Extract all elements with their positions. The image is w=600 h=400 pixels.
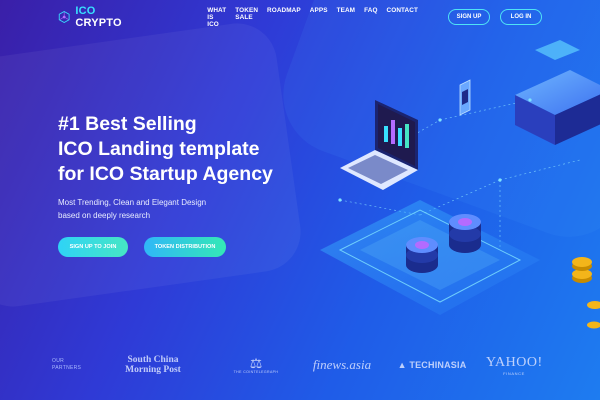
hero-title-line: #1 Best Selling — [58, 113, 197, 135]
partner-logo-finews[interactable]: finews.asia — [306, 357, 378, 373]
hex-network-icon — [58, 10, 70, 24]
token-distribution-button[interactable]: TOKEN DISTRIBUTION — [144, 237, 226, 257]
isometric-illustration — [320, 40, 600, 329]
logo-text: ICO CRYPTO — [75, 5, 122, 29]
phone-icon — [459, 79, 471, 116]
partner-logo-scmp[interactable]: South China Morning Post — [118, 355, 188, 375]
laptop-chart-icon — [340, 100, 418, 190]
hero-title-line: for ICO Startup Agency — [58, 163, 273, 185]
partners-bar: OUR PARTNERS South China Morning Post ⚖ … — [0, 330, 600, 400]
partner-logo-cointelegraph[interactable]: ⚖ THE COINTELEGRAPH — [226, 356, 286, 374]
auth-buttons: SIGN UP LOG IN — [448, 9, 542, 25]
nav-apps[interactable]: APPS — [310, 7, 328, 28]
nav-team[interactable]: TEAM — [337, 7, 356, 28]
partners-label: OUR PARTNERS — [52, 358, 82, 371]
nav-what-is-ico[interactable]: WHAT IS ICO — [207, 7, 226, 28]
seal-icon: ⚖ — [249, 355, 263, 371]
top-navbar: ICO CRYPTO WHAT IS ICO TOKEN SALE ROADMA… — [0, 0, 600, 34]
gold-coin-icon — [572, 257, 600, 329]
glow-dots — [338, 98, 532, 202]
hero-subtitle: Most Trending, Clean and Elegant Design … — [58, 197, 273, 222]
logo[interactable]: ICO CRYPTO — [58, 5, 129, 29]
hero-cta-group: SIGN UP TO JOIN TOKEN DISTRIBUTION — [58, 237, 273, 257]
server-block-icon — [515, 40, 600, 145]
coin-stack-icon — [406, 237, 438, 273]
nav-roadmap[interactable]: ROADMAP — [267, 7, 301, 28]
hero-title-line: ICO Landing template — [58, 138, 260, 160]
hero-title: #1 Best Selling ICO Landing template for… — [58, 112, 273, 187]
nav-contact[interactable]: CONTACT — [387, 7, 418, 28]
hero-subtitle-line: based on deeply research — [58, 210, 151, 220]
coin-stack-icon — [449, 214, 481, 253]
signup-button[interactable]: SIGN UP — [448, 9, 490, 25]
signup-to-join-button[interactable]: SIGN UP TO JOIN — [58, 237, 128, 257]
nav-token-sale[interactable]: TOKEN SALE — [235, 7, 258, 28]
partner-logo-yahoo-finance[interactable]: YAHOO! FINANCE — [486, 355, 542, 376]
techinasia-icon: ▲ — [397, 360, 407, 370]
main-nav: WHAT IS ICO TOKEN SALE ROADMAP APPS TEAM… — [207, 7, 418, 28]
hero-section: #1 Best Selling ICO Landing template for… — [58, 112, 273, 257]
partner-logo-techinasia[interactable]: ▲ TECHINASIA — [394, 360, 470, 370]
nav-faq[interactable]: FAQ — [364, 7, 377, 28]
hero-subtitle-line: Most Trending, Clean and Elegant Design — [58, 198, 207, 207]
login-button[interactable]: LOG IN — [500, 9, 542, 25]
